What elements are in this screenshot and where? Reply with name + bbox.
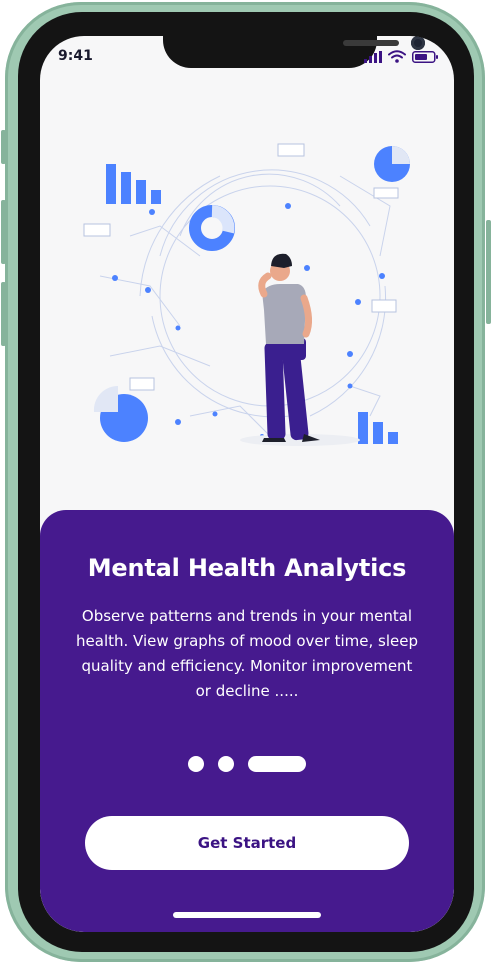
page-dot-1[interactable] (188, 756, 204, 772)
page-dot-3-active[interactable] (248, 756, 306, 772)
donut-chart-icon (189, 205, 235, 251)
cellular-signal-icon (364, 51, 382, 63)
volume-down-button (1, 282, 6, 346)
bar-chart-bottomright-icon (358, 412, 398, 444)
onboarding-title: Mental Health Analytics (87, 554, 407, 582)
battery-icon (412, 51, 438, 63)
pie-chart-bottomleft-icon (93, 385, 148, 442)
page-indicator[interactable] (188, 756, 306, 772)
page-dot-2[interactable] (218, 756, 234, 772)
silent-switch (1, 130, 6, 164)
notch (163, 36, 425, 68)
analytics-illustration (83, 143, 410, 446)
power-button (486, 220, 491, 324)
status-time: 9:41 (58, 48, 93, 64)
get-started-button[interactable]: Get Started (85, 816, 409, 870)
onboarding-card: Mental Health Analytics Observe patterns… (40, 510, 454, 932)
home-indicator (173, 912, 321, 918)
standing-person-figure (258, 253, 320, 442)
screen: 9:41 Mental Health Analytics Observe pat… (40, 36, 454, 932)
speaker-grille (343, 40, 399, 46)
front-camera (411, 36, 425, 50)
onboarding-description: Observe patterns and trends in your ment… (76, 607, 418, 700)
status-icons (364, 50, 438, 63)
volume-up-button (1, 200, 6, 264)
wifi-icon (388, 50, 406, 63)
pie-chart-topright-icon (374, 146, 410, 182)
bar-chart-topleft-icon (106, 164, 161, 204)
